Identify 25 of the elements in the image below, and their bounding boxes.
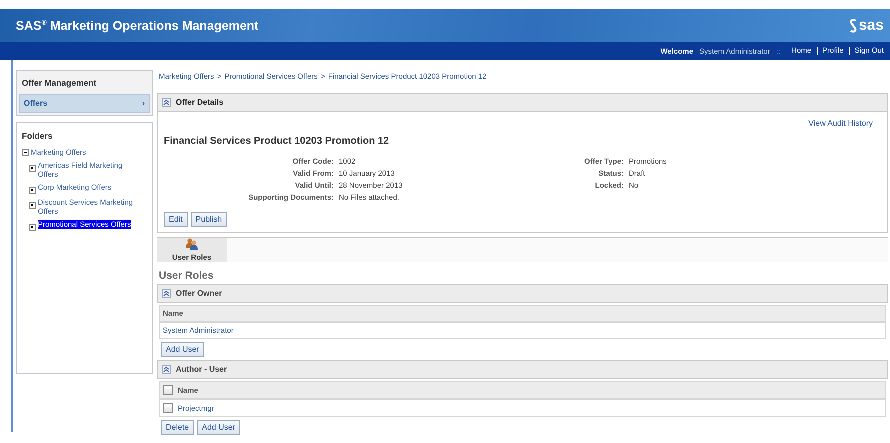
expand-icon[interactable] [29, 165, 36, 172]
action-button[interactable]: Add User [197, 420, 240, 435]
collapse-icon[interactable] [22, 149, 29, 156]
logo: sas [848, 17, 884, 34]
swirl-icon [848, 18, 858, 32]
audit-link[interactable]: View Audit History [808, 119, 873, 128]
checkbox[interactable] [163, 385, 173, 395]
checkbox[interactable] [163, 403, 173, 413]
nav-item[interactable]: Offers › [19, 94, 150, 113]
panel-title: Offer Management [21, 77, 98, 90]
section-title: Offer Details [176, 98, 224, 107]
action-button[interactable]: Edit [164, 212, 188, 227]
action-button[interactable]: Publish [190, 212, 228, 227]
section-title: User Roles [158, 269, 215, 284]
action-button[interactable]: Add User [161, 342, 204, 357]
app-title: SAS$^{®}$ Marketing Operations Management [16, 18, 259, 32]
section-title: Offer Owner [176, 289, 222, 298]
expand-icon[interactable] [29, 187, 36, 194]
expand-icon[interactable] [29, 202, 36, 209]
section-title: Author - User [176, 365, 228, 374]
panel-title: Folders [21, 130, 54, 143]
offer-heading: Financial Services Product 10203 Promotion 12 [164, 136, 390, 147]
expand-icon[interactable] [29, 224, 36, 231]
users-icon [186, 238, 198, 250]
action-button[interactable]: Delete [161, 420, 194, 435]
